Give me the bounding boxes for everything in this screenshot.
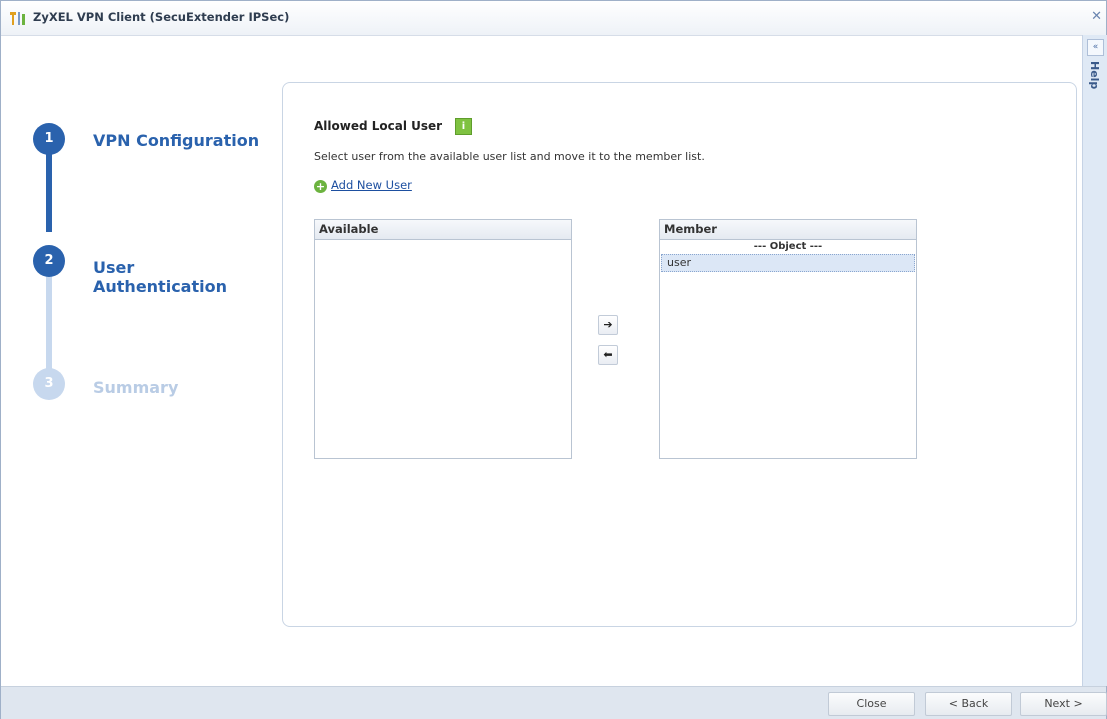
add-icon: + [314,180,327,193]
move-left-button[interactable]: ⬅ [598,345,618,365]
move-right-button[interactable]: ➔ [598,315,618,335]
object-group-label: --- Object --- [753,241,823,252]
instruction-text: Select user from the available user list… [314,150,705,163]
step-3-label: Summary [93,378,179,397]
back-button[interactable]: < Back [925,692,1012,716]
zyxel-app-icon [10,12,25,25]
available-header: Available [315,220,571,240]
step-2-label: User Authentication [93,258,227,296]
step-connector-pending [46,273,52,373]
help-label[interactable]: Help [1088,61,1101,89]
wizard-steps: 1 VPN Configuration 2 User Authenticatio… [1,35,271,685]
close-button[interactable]: Close [828,692,915,716]
add-new-user-label: Add New User [331,178,412,192]
available-list[interactable]: Available [314,219,572,459]
member-list[interactable]: Member --- Object --- user [659,219,917,459]
info-icon[interactable]: i [455,118,472,135]
step-3-circle: 3 [33,368,65,400]
user-auth-panel: Allowed Local User i Select user from th… [282,82,1077,627]
window-title: ZyXEL VPN Client (SecuExtender IPSec) [33,10,290,24]
step-1-circle: 1 [33,123,65,155]
step-2-circle: 2 [33,245,65,277]
expand-help-icon[interactable]: « [1087,39,1104,56]
help-panel: « Help [1082,35,1107,686]
close-icon[interactable]: ✕ [1091,9,1102,24]
title-bar: ZyXEL VPN Client (SecuExtender IPSec) ✕ [1,1,1106,36]
add-new-user-link[interactable]: + Add New User [314,178,412,193]
footer-bar: Close < Back Next > [1,686,1107,719]
step-1-label: VPN Configuration [93,131,260,150]
wizard-window: ZyXEL VPN Client (SecuExtender IPSec) ✕ … [0,0,1107,719]
section-title: Allowed Local User [314,119,443,133]
member-header: Member [660,220,916,240]
next-button[interactable]: Next > [1020,692,1107,716]
list-item[interactable]: user [661,254,915,272]
